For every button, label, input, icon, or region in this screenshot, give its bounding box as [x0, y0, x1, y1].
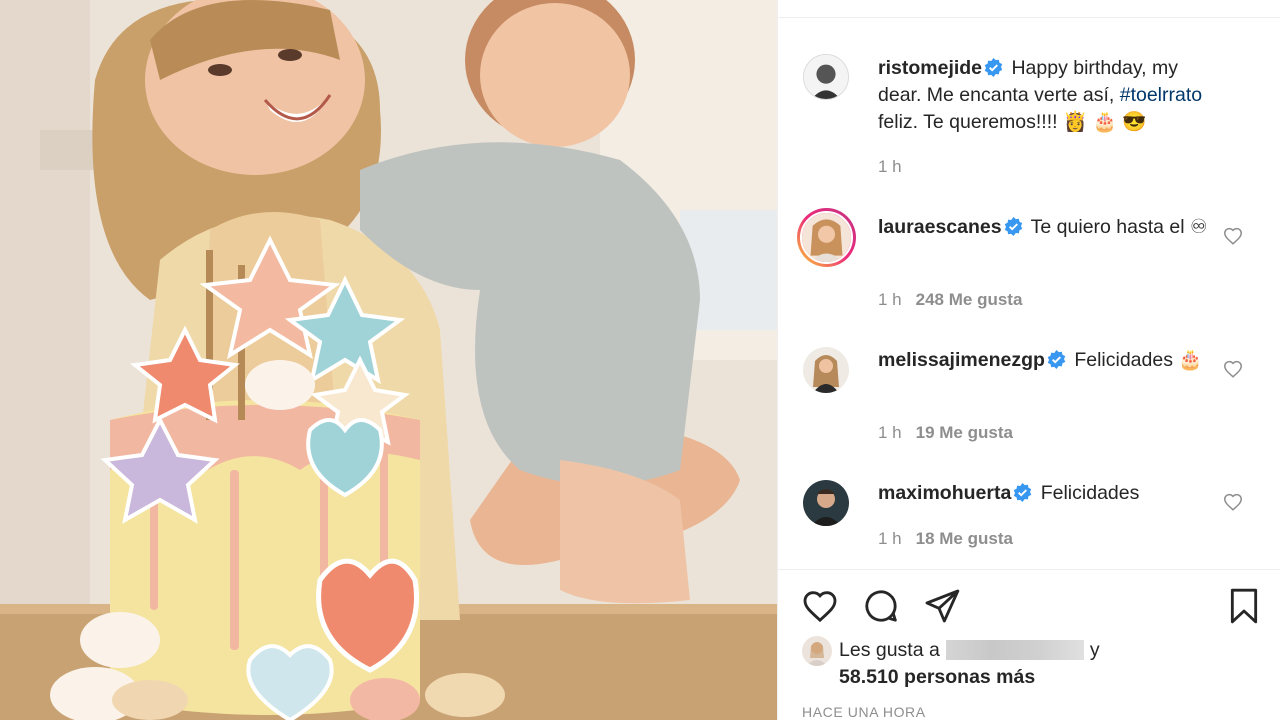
caption-hashtag[interactable]: #toelrrato [1120, 84, 1202, 106]
post-photo[interactable] [0, 0, 777, 720]
comment-2: melissajimenezgp Felicidades 🎂 [878, 347, 1218, 374]
caption-meta: 1 h [878, 157, 902, 177]
comment-time[interactable]: 1 h [878, 529, 902, 548]
comment-icon[interactable] [861, 586, 901, 626]
liker-avatar[interactable] [802, 636, 832, 666]
caption-text-end: feliz. Te queremos!!!! 👸 🎂 😎 [878, 111, 1147, 133]
comment-likes[interactable]: 248 Me gusta [916, 290, 1023, 309]
bookmark-icon[interactable] [1224, 586, 1264, 626]
avatar-maximohuerta[interactable] [803, 480, 849, 526]
post-side-panel: ristomejide Happy birthday, my dear. Me … [777, 0, 1280, 720]
caption-time[interactable]: 1 h [878, 157, 902, 176]
comment-text: Te quiero hasta el ♾ [1030, 216, 1208, 238]
avatar-image [802, 636, 832, 666]
comment-1: lauraescanes Te quiero hasta el ♾ [878, 214, 1218, 241]
avatar-melissajimenezgp[interactable] [803, 347, 849, 393]
likes-suffix: y [1089, 639, 1100, 661]
comment-text: Felicidades 🎂 [1074, 349, 1203, 371]
comment-1-meta: 1 h 248 Me gusta [878, 290, 1022, 310]
avatar-image [803, 480, 849, 526]
avatar-ristomejide[interactable] [803, 54, 849, 100]
likes-count[interactable]: 58.510 personas más [839, 666, 1035, 689]
verified-badge-icon [1047, 350, 1066, 369]
comment-username[interactable]: maximohuerta [878, 482, 1011, 504]
likes-prefix: Les gusta a [839, 639, 940, 661]
avatar-image [800, 211, 853, 264]
header-divider [778, 17, 1280, 18]
verified-badge-icon [1004, 217, 1022, 236]
avatar-lauraescanes[interactable] [797, 208, 856, 267]
share-icon[interactable] [922, 586, 962, 626]
comment-time[interactable]: 1 h [878, 290, 902, 309]
comment-text: Felicidades [1040, 482, 1140, 504]
avatar-image [803, 347, 849, 393]
comment-likes[interactable]: 18 Me gusta [916, 529, 1013, 548]
like-comment-heart-icon[interactable] [1222, 491, 1244, 513]
like-comment-heart-icon[interactable] [1222, 225, 1244, 247]
heart-icon[interactable] [800, 586, 840, 626]
avatar-image [804, 55, 848, 99]
comment-2-meta: 1 h 19 Me gusta [878, 423, 1013, 443]
blurred-username[interactable] [945, 640, 1084, 660]
comment-username[interactable]: melissajimenezgp [878, 349, 1045, 371]
verified-badge-icon [984, 58, 1003, 77]
birthday-photo-illustration [0, 0, 777, 720]
post-caption: ristomejide Happy birthday, my dear. Me … [878, 55, 1218, 136]
like-comment-heart-icon[interactable] [1222, 358, 1244, 380]
actions-divider [778, 569, 1280, 570]
comment-username[interactable]: lauraescanes [878, 216, 1002, 238]
caption-username[interactable]: ristomejide [878, 57, 982, 79]
comment-3-meta: 1 h 18 Me gusta [878, 529, 1013, 549]
comment-time[interactable]: 1 h [878, 423, 902, 442]
post-timestamp[interactable]: HACE UNA HORA [802, 704, 926, 720]
likes-text: Les gusta a y [839, 639, 1100, 662]
action-bar [778, 586, 1280, 628]
verified-badge-icon [1014, 483, 1032, 502]
comment-3: maximohuerta Felicidades [878, 480, 1218, 507]
comment-likes[interactable]: 19 Me gusta [916, 423, 1013, 442]
